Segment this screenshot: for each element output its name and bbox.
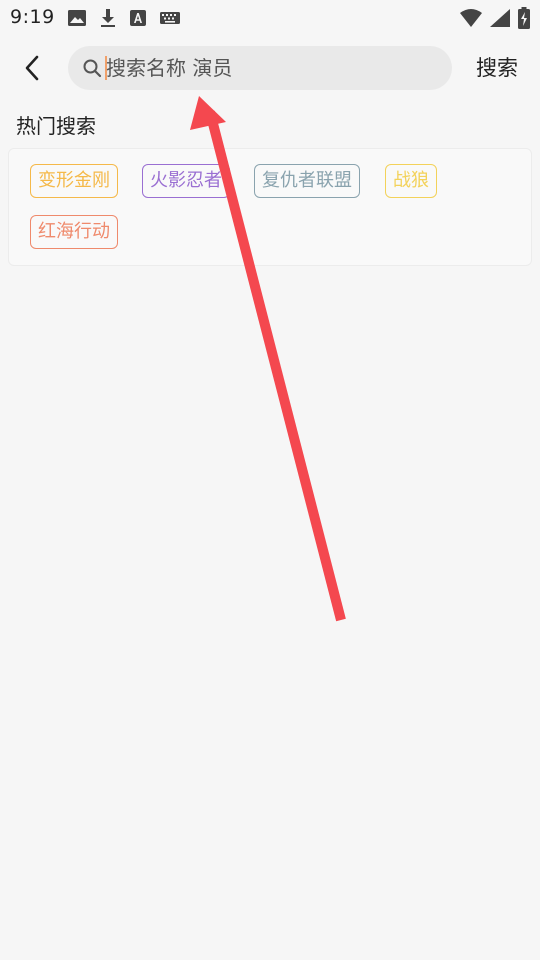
wifi-icon — [460, 9, 482, 27]
battery-charging-icon — [518, 7, 530, 29]
signal-icon — [490, 9, 510, 27]
hot-tag-naruto[interactable]: 火影忍者 — [142, 164, 230, 198]
hot-search-panel: 变形金刚 火影忍者 复仇者联盟 战狼 红海行动 — [8, 148, 532, 266]
search-input[interactable] — [106, 46, 436, 90]
search-button[interactable]: 搜索 — [476, 52, 518, 84]
status-notification-icons — [68, 8, 180, 28]
search-icon — [83, 59, 102, 78]
keyboard-icon — [160, 11, 180, 25]
hot-tag-avengers[interactable]: 复仇者联盟 — [254, 164, 360, 198]
status-bar: 9:19 — [0, 0, 540, 36]
chevron-left-icon — [25, 55, 39, 81]
download-icon — [100, 9, 116, 27]
status-system-icons — [460, 7, 530, 29]
back-button[interactable] — [14, 50, 50, 86]
hot-search-title: 热门搜索 — [16, 114, 96, 138]
search-box[interactable] — [68, 46, 452, 90]
annotation-arrow — [190, 96, 346, 622]
search-toolbar: 搜索 — [0, 36, 540, 100]
hot-tag-operation-red-sea[interactable]: 红海行动 — [30, 215, 118, 249]
hot-tag-wolf-warrior[interactable]: 战狼 — [385, 164, 437, 198]
hot-tag-transformers[interactable]: 变形金刚 — [30, 164, 118, 198]
image-icon — [68, 10, 86, 26]
status-time: 9:19 — [10, 6, 55, 28]
font-a-icon — [130, 10, 146, 26]
